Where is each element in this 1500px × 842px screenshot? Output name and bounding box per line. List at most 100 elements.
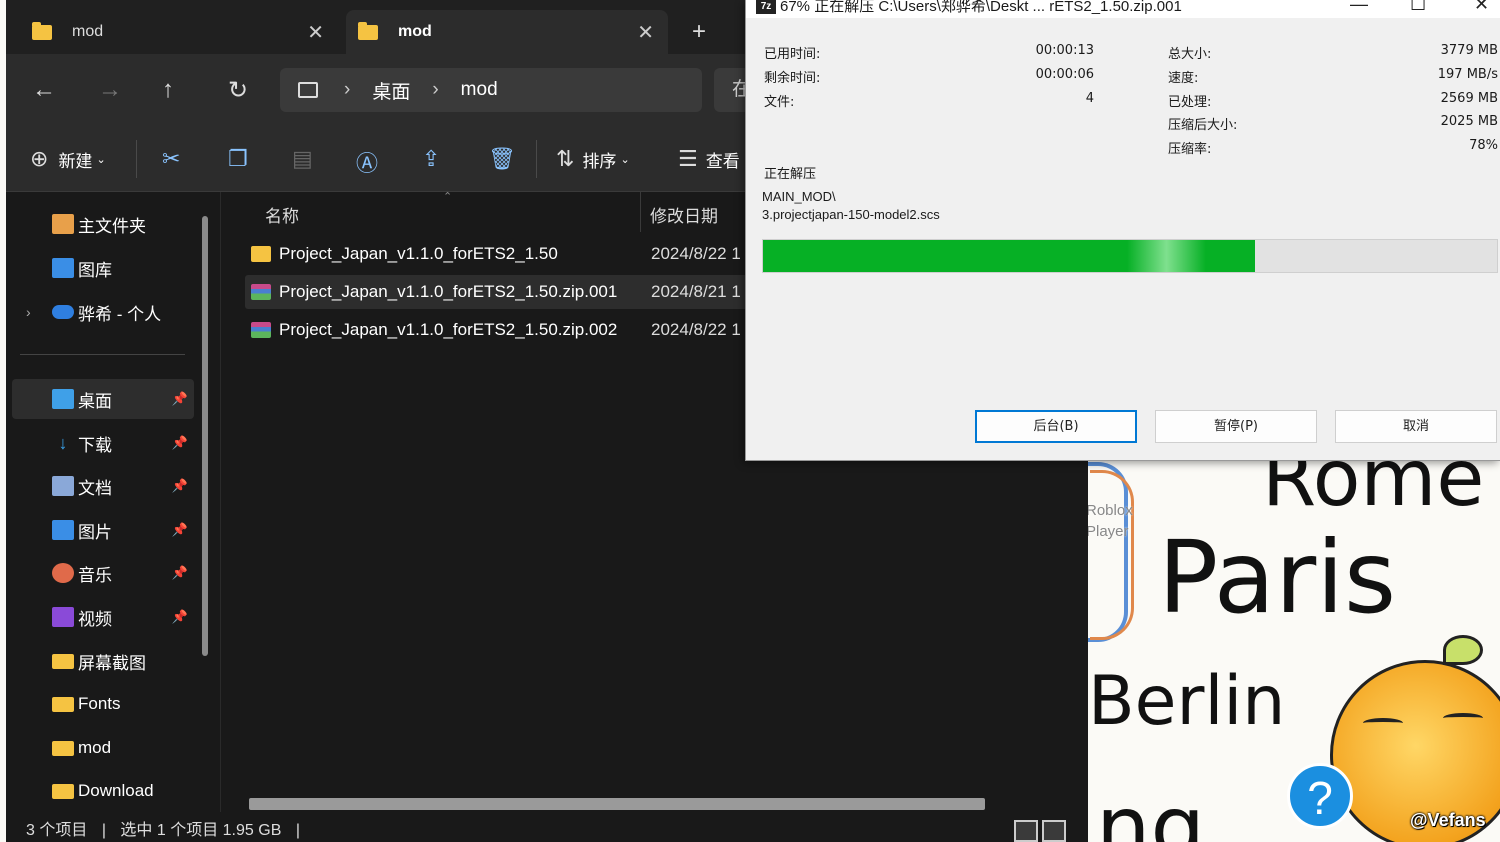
sidebar-item-screenshots[interactable]: 屏幕截图	[12, 641, 194, 681]
tiles-view-icon[interactable]	[1042, 820, 1066, 842]
column-header-name[interactable]: 名称	[265, 202, 299, 227]
background-button[interactable]: 后台(B)	[975, 410, 1137, 443]
sidebar-item-videos[interactable]: 视频 📌	[12, 597, 194, 637]
extraction-progress-bar	[762, 239, 1498, 273]
column-header-modified[interactable]: 修改日期	[650, 202, 718, 227]
copy-icon[interactable]: ❐	[228, 146, 248, 172]
operation-label: 正在解压	[764, 167, 817, 182]
new-button[interactable]: ⊕ 新建 ⌄	[30, 146, 106, 172]
selection-info: 选中 1 个项目 1.95 GB	[120, 822, 282, 839]
tab-mod-2[interactable]: mod ✕	[346, 10, 668, 54]
refresh-icon[interactable]: ↻	[228, 76, 248, 105]
total-size-value: 3779 MB	[1440, 43, 1498, 58]
roblox-shortcut-icon-ring	[1090, 470, 1134, 640]
computer-icon[interactable]	[298, 82, 318, 98]
folder-icon	[52, 696, 74, 712]
eye-icon	[1363, 718, 1403, 728]
help-button[interactable]: ?	[1287, 763, 1353, 829]
download-icon: ↓	[58, 433, 68, 453]
breadcrumb-mod[interactable]: mod	[461, 79, 498, 101]
progress-fill	[763, 240, 1255, 272]
cancel-button[interactable]: 取消	[1335, 410, 1497, 443]
close-tab-icon[interactable]: ✕	[307, 20, 324, 45]
watermark-text: @Vefans	[1410, 810, 1486, 830]
pin-icon[interactable]: 📌	[172, 609, 188, 625]
pin-icon[interactable]: 📌	[172, 478, 188, 494]
sidebar-item-download[interactable]: Download	[12, 771, 194, 811]
sort-ascending-icon: ⌃	[443, 191, 453, 203]
cut-icon[interactable]: ✂	[162, 146, 180, 172]
documents-icon	[52, 476, 74, 496]
sidebar-item-desktop[interactable]: 桌面 📌	[12, 379, 194, 419]
file-date: 2024/8/22 1	[651, 320, 741, 339]
sidebar-item-documents[interactable]: 文档 📌	[12, 466, 194, 506]
horizontal-scrollbar[interactable]	[249, 798, 985, 810]
sidebar-item-label: 屏幕截图	[78, 653, 146, 673]
delete-icon[interactable]: 🗑	[488, 146, 516, 172]
breadcrumb-desktop[interactable]: 桌面	[372, 77, 410, 104]
compressed-size-value: 2025 MB	[1440, 114, 1498, 129]
breadcrumb-separator[interactable]: ›	[432, 79, 438, 101]
ratio-value: 78%	[1469, 138, 1498, 153]
address-bar[interactable]: › 桌面 › mod	[280, 68, 702, 112]
pin-icon[interactable]: 📌	[172, 522, 188, 538]
folder-icon	[251, 246, 271, 262]
music-icon	[52, 563, 74, 583]
close-tab-icon[interactable]: ✕	[637, 20, 654, 45]
pin-icon[interactable]: 📌	[172, 391, 188, 407]
item-count: 3 个项目	[26, 822, 88, 839]
roblox-shortcut-label[interactable]: Roblox Player	[1086, 500, 1146, 542]
tab-label: mod	[72, 23, 104, 40]
sidebar-item-pictures[interactable]: 图片 📌	[12, 510, 194, 550]
sidebar-item-mod[interactable]: mod	[12, 728, 194, 768]
view-button[interactable]: ☰ 查看	[678, 146, 740, 172]
wallpaper-word-partial: ng	[1096, 778, 1206, 842]
back-arrow-icon[interactable]: ←	[32, 76, 56, 104]
sidebar-item-gallery[interactable]: 图库	[12, 248, 194, 288]
paste-icon[interactable]: ▤	[292, 146, 313, 172]
forward-arrow-icon[interactable]: →	[98, 76, 122, 104]
wallpaper-word-berlin: Berlin	[1088, 662, 1286, 741]
dialog-title-bar[interactable]: 7z 67% 正在解压 C:\Users\郑骅希\Deskt ... rETS2…	[746, 0, 1500, 18]
folder-icon	[32, 21, 52, 40]
up-arrow-icon[interactable]: ↑	[162, 76, 174, 104]
sidebar-item-home[interactable]: 主文件夹	[12, 204, 194, 244]
rename-icon[interactable]: Ⓐ	[356, 146, 378, 178]
minimize-icon[interactable]: —	[1350, 0, 1368, 13]
archive-icon	[251, 322, 271, 338]
file-row[interactable]: Project_Japan_v1.1.0_forETS2_1.50.zip.00…	[245, 313, 765, 347]
sidebar-item-downloads[interactable]: ↓ 下载 📌	[12, 423, 194, 463]
sidebar-item-fonts[interactable]: Fonts	[12, 684, 194, 724]
remaining-label: 剩余时间:	[764, 71, 821, 86]
file-row[interactable]: Project_Japan_v1.1.0_forETS2_1.50 2024/8…	[245, 237, 765, 271]
pin-icon[interactable]: 📌	[172, 565, 188, 581]
details-view-icon[interactable]	[1014, 820, 1038, 842]
sidebar-item-label: Fonts	[78, 694, 121, 713]
breadcrumb-separator[interactable]: ›	[344, 79, 350, 101]
new-tab-button[interactable]: +	[692, 18, 706, 46]
pause-button[interactable]: 暂停(P)	[1155, 410, 1317, 443]
elapsed-label: 已用时间:	[764, 47, 821, 62]
view-label: 查看	[705, 151, 740, 171]
current-file-info: MAIN_MOD\ 3.projectjapan-150-model2.scs	[762, 188, 940, 224]
sort-label: 排序	[582, 151, 617, 171]
file-row[interactable]: Project_Japan_v1.1.0_forETS2_1.50.zip.00…	[245, 275, 765, 309]
close-icon[interactable]: ✕	[1474, 0, 1489, 13]
maximize-icon[interactable]: ☐	[1410, 0, 1426, 13]
total-size-label: 总大小:	[1168, 47, 1212, 62]
share-icon[interactable]: ⇪	[422, 146, 440, 172]
pin-icon[interactable]: 📌	[172, 435, 188, 451]
current-path: MAIN_MOD\	[762, 189, 836, 204]
tab-mod-1[interactable]: mod ✕	[20, 10, 338, 54]
sidebar-item-music[interactable]: 音乐 📌	[12, 553, 194, 593]
file-name: Project_Japan_v1.1.0_forETS2_1.50.zip.00…	[279, 320, 618, 339]
compressed-size-label: 压缩后大小:	[1168, 118, 1238, 133]
file-date: 2024/8/22 1	[651, 244, 741, 263]
sidebar-scrollbar[interactable]	[202, 216, 208, 656]
7zip-logo-icon: 7z	[756, 0, 776, 14]
sidebar-item-onedrive[interactable]: 骅希 - 个人	[12, 292, 194, 332]
sidebar-item-label: 音乐	[78, 565, 112, 585]
sort-button[interactable]: ⇅ 排序 ⌄	[556, 146, 630, 172]
gallery-icon	[52, 258, 74, 278]
onedrive-icon	[52, 305, 74, 319]
